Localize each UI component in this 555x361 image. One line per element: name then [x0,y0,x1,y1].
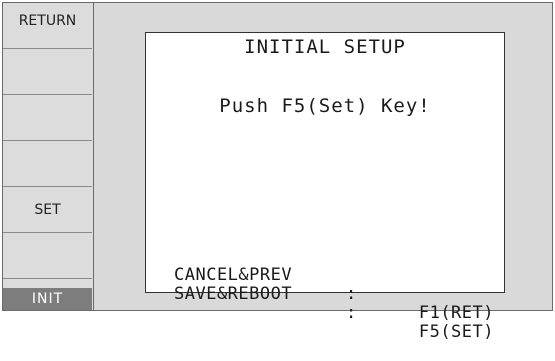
f1-return-key[interactable]: RETURN [3,3,92,49]
dialog-title: INITIAL SETUP [244,36,406,58]
f2-key[interactable] [3,49,92,95]
f5-set-key[interactable]: SET [3,187,92,233]
option-separator: : [346,303,357,323]
option-action: SAVE&REBOOT [174,284,293,304]
f1-key-label: RETURN [18,13,77,29]
f3-key[interactable] [3,95,92,141]
option-row-save: SAVE&REBOOT : F5(SET) [174,266,494,361]
mode-tab-init: INIT [3,288,92,310]
f5-key-label: SET [34,201,61,218]
dialog-message: Push F5(Set) Key! [219,95,431,117]
function-key-panel: RETURN SET INIT [3,3,94,310]
f4-key[interactable] [3,141,92,187]
f6-key[interactable] [3,233,92,279]
initial-setup-dialog: INITIAL SETUP Push F5(Set) Key! CANCEL&P… [145,32,505,342]
display-frame: RETURN SET INIT INITIAL SETUP Push F5(Se… [2,2,553,342]
option-key: F5(SET) [418,322,494,342]
